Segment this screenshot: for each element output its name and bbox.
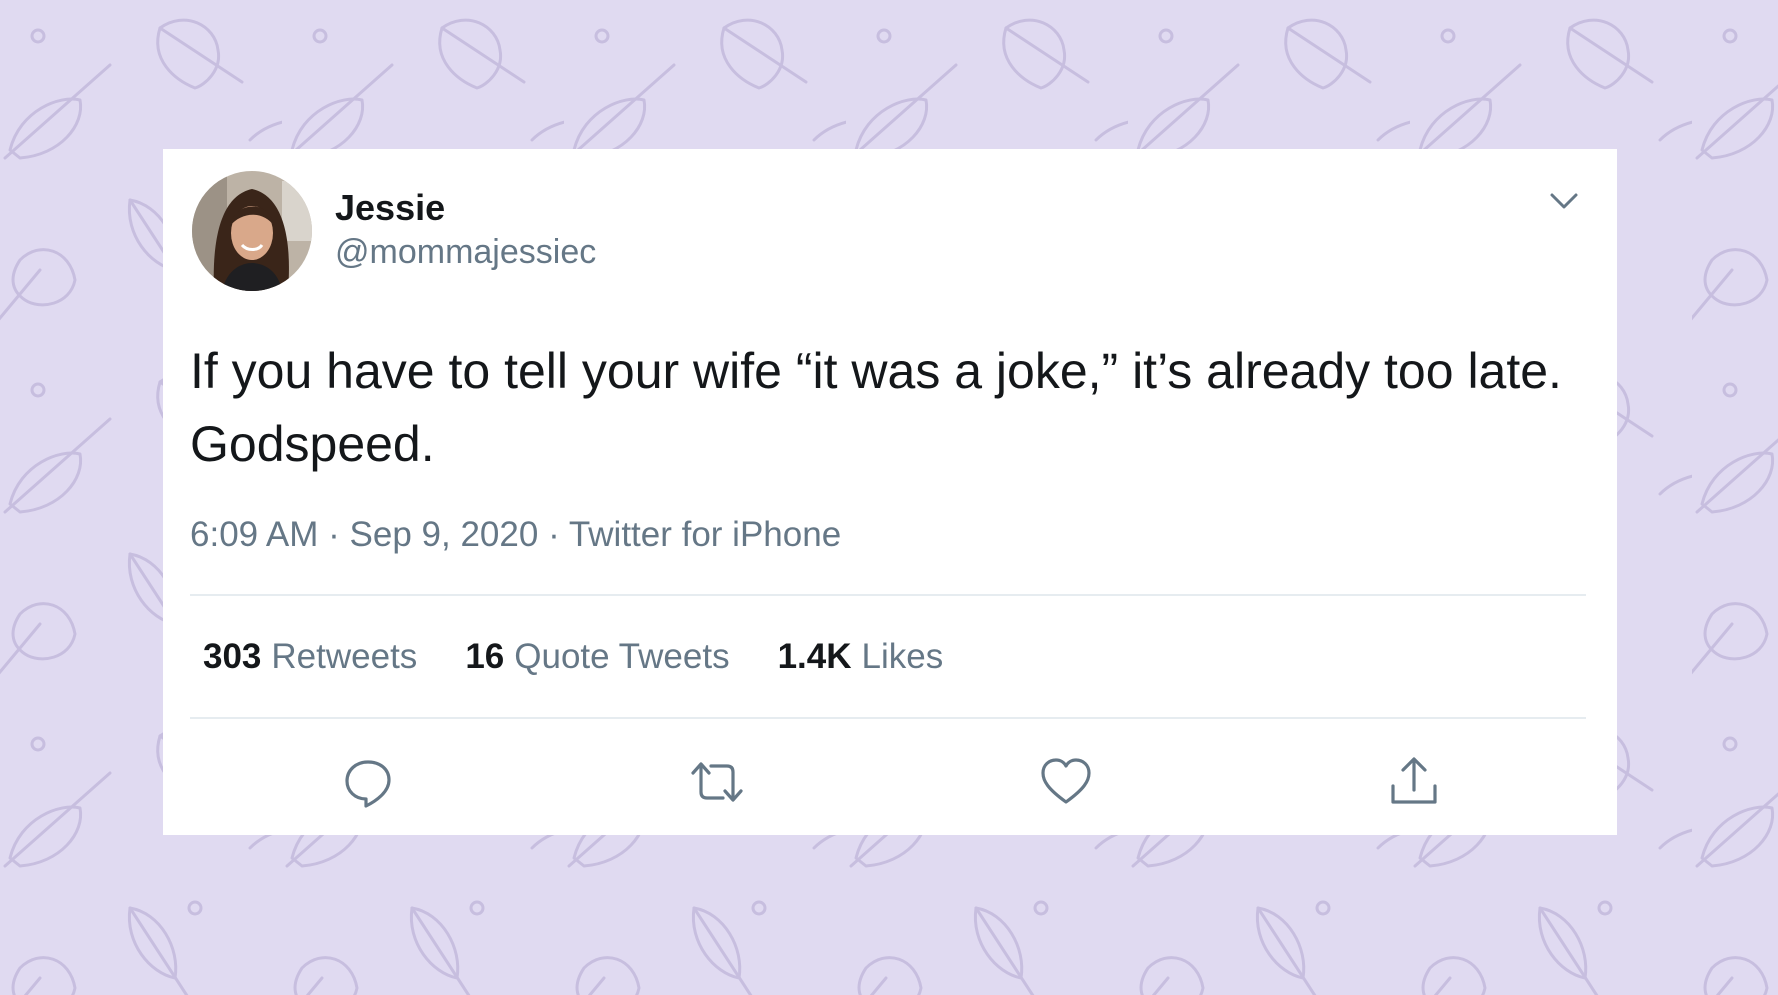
divider [190, 594, 1586, 596]
author-handle[interactable]: @mommajessiec [335, 233, 596, 272]
reply-icon[interactable] [340, 754, 396, 810]
avatar[interactable] [192, 171, 312, 291]
like-icon[interactable] [1038, 754, 1094, 810]
chevron-down-icon[interactable] [1546, 187, 1582, 215]
tweet-date[interactable]: Sep 9, 2020 [350, 515, 539, 554]
tweet-time[interactable]: 6:09 AM [190, 515, 318, 554]
tweet-stats: 303 Retweets 16 Quote Tweets 1.4K Likes [203, 637, 991, 677]
tweet-card: Jessie @mommajessiec If you have to tell… [163, 149, 1617, 835]
author-name[interactable]: Jessie [335, 187, 445, 229]
meta-separator: · [548, 515, 560, 554]
tweet-metadata: 6:09 AM · Sep 9, 2020 · Twitter for iPho… [190, 515, 841, 555]
quote-tweets-stat[interactable]: 16 Quote Tweets [465, 637, 729, 677]
tweet-text: If you have to tell your wife “it was a … [190, 343, 1562, 472]
retweets-count: 303 [203, 637, 262, 676]
divider [190, 717, 1586, 719]
likes-stat[interactable]: 1.4K Likes [778, 637, 944, 677]
retweets-stat[interactable]: 303 Retweets [203, 637, 417, 677]
share-icon[interactable] [1386, 754, 1442, 810]
tweet-source[interactable]: Twitter for iPhone [569, 515, 841, 554]
retweets-label: Retweets [271, 637, 418, 676]
retweet-icon[interactable] [689, 754, 745, 810]
quote-tweets-count: 16 [465, 637, 505, 676]
quote-tweets-label: Quote Tweets [514, 637, 730, 676]
likes-count: 1.4K [777, 637, 852, 676]
meta-separator: · [328, 515, 340, 554]
likes-label: Likes [861, 637, 944, 676]
